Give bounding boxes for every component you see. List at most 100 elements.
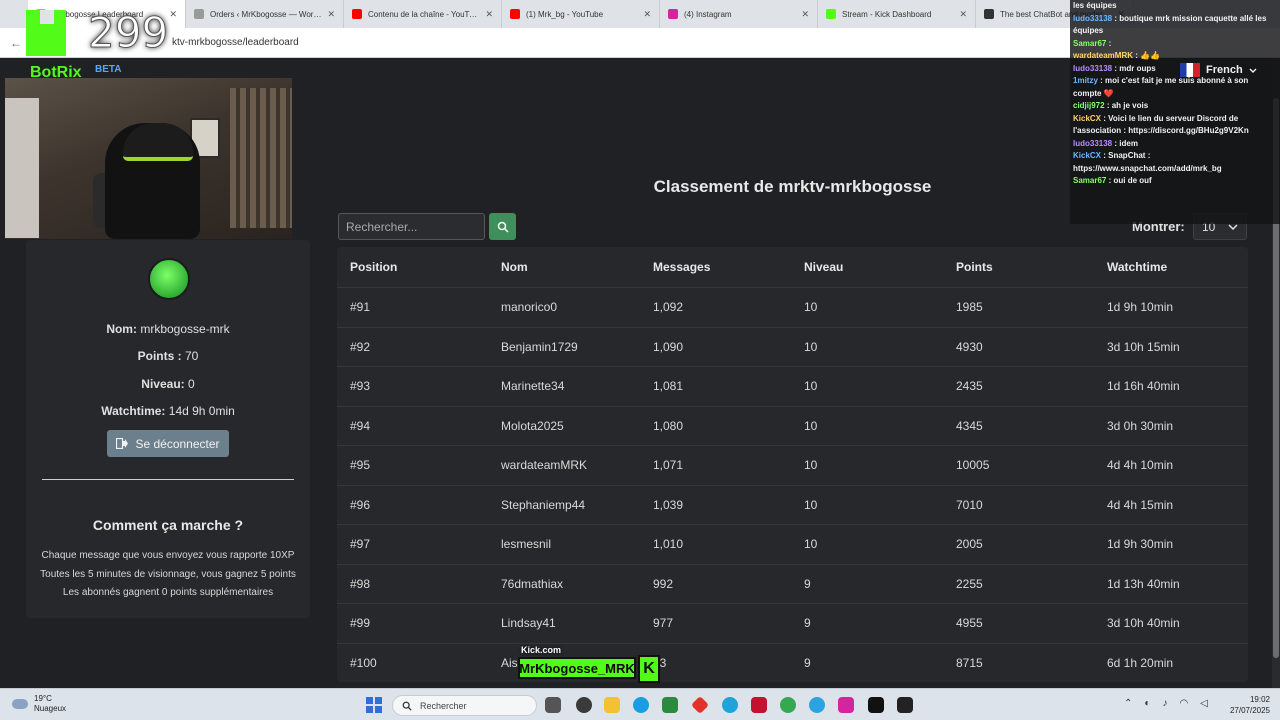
cell-messages: 1,081: [653, 379, 684, 394]
clock[interactable]: 19:02 27/07/2025: [1226, 694, 1270, 716]
table-row: #96 Stephaniemp44 1,039 10 7010 4d 4h 15min: [337, 484, 1248, 525]
tab-close-icon[interactable]: ✕: [801, 9, 809, 20]
cell-level: 10: [804, 497, 818, 512]
microphone-icon[interactable]: ♪: [1162, 698, 1167, 709]
task-view-icon[interactable]: [545, 697, 561, 713]
tiktok-icon[interactable]: [868, 697, 884, 713]
clock-time: 19:02: [1249, 695, 1270, 704]
telegram-icon[interactable]: [809, 697, 825, 713]
instagram-icon[interactable]: [838, 697, 854, 713]
excel-icon[interactable]: [662, 697, 678, 713]
cell-name: Benjamin1729: [501, 339, 578, 354]
table-row: #98 76dmathiax 992 9 2255 1d 13h 40min: [337, 563, 1248, 604]
chat-username: ludo33138: [1073, 13, 1113, 23]
logout-button[interactable]: Se déconnecter: [107, 430, 229, 457]
chat-username: 1mitzy: [1073, 76, 1098, 85]
browser-tab[interactable]: Contenu de la chaîne - YouTube Studio ✕: [344, 0, 502, 28]
tab-favicon-icon: [826, 9, 836, 19]
search-input[interactable]: [338, 213, 485, 240]
mcafee-icon[interactable]: [751, 697, 767, 713]
chat-message: Samar67 : oui de ouf: [1073, 175, 1277, 188]
chat-text: : mdr oups: [1114, 63, 1156, 73]
table-row: #97 lesmesnil 1,010 10 2005 1d 9h 30min: [337, 524, 1248, 564]
language-selector[interactable]: French: [1180, 63, 1257, 77]
header-messages[interactable]: Messages: [640, 260, 791, 274]
chrome-icon[interactable]: [780, 697, 796, 713]
chevron-up-icon[interactable]: ⌃: [1124, 698, 1132, 709]
cell-level: 10: [804, 339, 818, 354]
file-explorer-icon[interactable]: [604, 697, 620, 713]
chat-username: wardateamMRK: [1073, 51, 1134, 60]
cell-points: 8715: [956, 655, 983, 670]
url-text[interactable]: ktv-mrkbogosse/leaderboard: [172, 37, 299, 48]
wifi-icon[interactable]: ◠: [1179, 698, 1188, 709]
cell-watchtime: 1d 9h 10min: [1107, 300, 1174, 315]
cell-points: 10005: [956, 458, 990, 473]
header-watchtime[interactable]: Watchtime: [1094, 260, 1248, 274]
back-arrow-icon[interactable]: ←: [10, 36, 22, 50]
stream-site: Kick.com: [521, 645, 562, 655]
viewer-count: 299: [87, 8, 169, 58]
app-icon-red[interactable]: [690, 695, 710, 715]
chat-username: Samar67: [1073, 176, 1107, 185]
tab-close-icon[interactable]: ✕: [485, 9, 493, 20]
table-row: #99 Lindsay41 977 9 4955 3d 10h 40min: [337, 603, 1248, 643]
network-icon[interactable]: ◐: [1144, 698, 1150, 709]
cell-name: wardateamMRK: [501, 458, 588, 473]
table-row: #91 manorico0 1,092 10 1985 1d 9h 10min: [337, 287, 1248, 327]
obs-icon[interactable]: [576, 697, 592, 713]
france-flag-icon: [1180, 63, 1200, 77]
cell-position: #93: [350, 379, 371, 394]
taskbar-search[interactable]: Rechercher: [392, 695, 537, 716]
cloud-icon: [12, 699, 28, 709]
search-icon: [402, 701, 412, 711]
profile-name-value: mrkbogosse-mrk: [140, 322, 230, 336]
chat-message: cidjij972 : ah je vois: [1073, 100, 1277, 113]
tab-close-icon[interactable]: ✕: [327, 9, 335, 20]
how-line-1: Chaque message que vous envoyez vous rap…: [41, 550, 295, 561]
capcut-icon[interactable]: [897, 697, 913, 713]
start-button[interactable]: [366, 697, 382, 713]
table-row: #92 Benjamin1729 1,090 10 4930 3d 10h 15min: [337, 326, 1248, 367]
header-level[interactable]: Niveau: [791, 260, 943, 274]
cell-watchtime: 3d 10h 15min: [1107, 339, 1180, 354]
windows-taskbar: 19°C Nuageux Rechercher ⌃ ◐ ♪ ◠ ◁ 19:02 27…: [0, 688, 1280, 720]
cell-points: 4345: [956, 418, 983, 433]
tab-close-icon[interactable]: ✕: [643, 9, 651, 20]
cell-level: 9: [804, 576, 811, 591]
leaderboard-table: Position Nom Messages Niveau Points Watc…: [337, 247, 1248, 682]
header-position[interactable]: Position: [337, 260, 488, 274]
chat-text: : idem: [1114, 138, 1138, 148]
header-name[interactable]: Nom: [488, 260, 640, 274]
cell-name: lesmesnil: [501, 537, 552, 552]
cell-watchtime: 6d 1h 20min: [1107, 655, 1174, 670]
chat-text: : 👍👍: [1135, 51, 1161, 60]
chat-text: les équipes: [1073, 1, 1117, 10]
browser-tab[interactable]: (1) Mrk_bg - YouTube ✕: [502, 0, 660, 28]
taskbar-search-label: Rechercher: [420, 700, 467, 711]
volume-icon[interactable]: ◁: [1200, 698, 1208, 709]
system-tray[interactable]: ⌃ ◐ ♪ ◠ ◁: [1124, 698, 1208, 709]
cell-level: 9: [804, 616, 811, 631]
chat-username: cidjij972: [1073, 101, 1105, 110]
browser-tab[interactable]: Orders ‹ MrKbogosse — WordPress ✕: [186, 0, 344, 28]
beta-badge: BETA: [95, 64, 122, 75]
avatar: [148, 258, 190, 300]
chat-username: KickCX: [1073, 113, 1102, 123]
tab-title: (1) Mrk_bg - YouTube: [526, 9, 604, 19]
browser-tab[interactable]: Stream - Kick Dashboard ✕: [818, 0, 976, 28]
browser-tab[interactable]: (4) Instagram ✕: [660, 0, 818, 28]
search-button[interactable]: [489, 213, 516, 240]
cell-position: #98: [350, 576, 371, 591]
tab-close-icon[interactable]: ✕: [169, 9, 177, 20]
weather-temp: 19°C: [34, 694, 52, 703]
page-title: Classement de mrktv-mrkbogosse: [653, 177, 932, 196]
cell-name: 76dmathiax: [501, 576, 564, 591]
app-icon-blue[interactable]: [722, 697, 738, 713]
edge-icon[interactable]: [633, 697, 649, 713]
tab-title: Contenu de la chaîne - YouTube Studio: [368, 9, 480, 19]
tab-close-icon[interactable]: ✕: [959, 9, 967, 20]
chat-message: KickCX : SnapChat : https://www.snapchat…: [1073, 150, 1277, 175]
header-points[interactable]: Points: [943, 260, 1094, 274]
weather-widget[interactable]: 19°C Nuageux: [12, 694, 66, 714]
